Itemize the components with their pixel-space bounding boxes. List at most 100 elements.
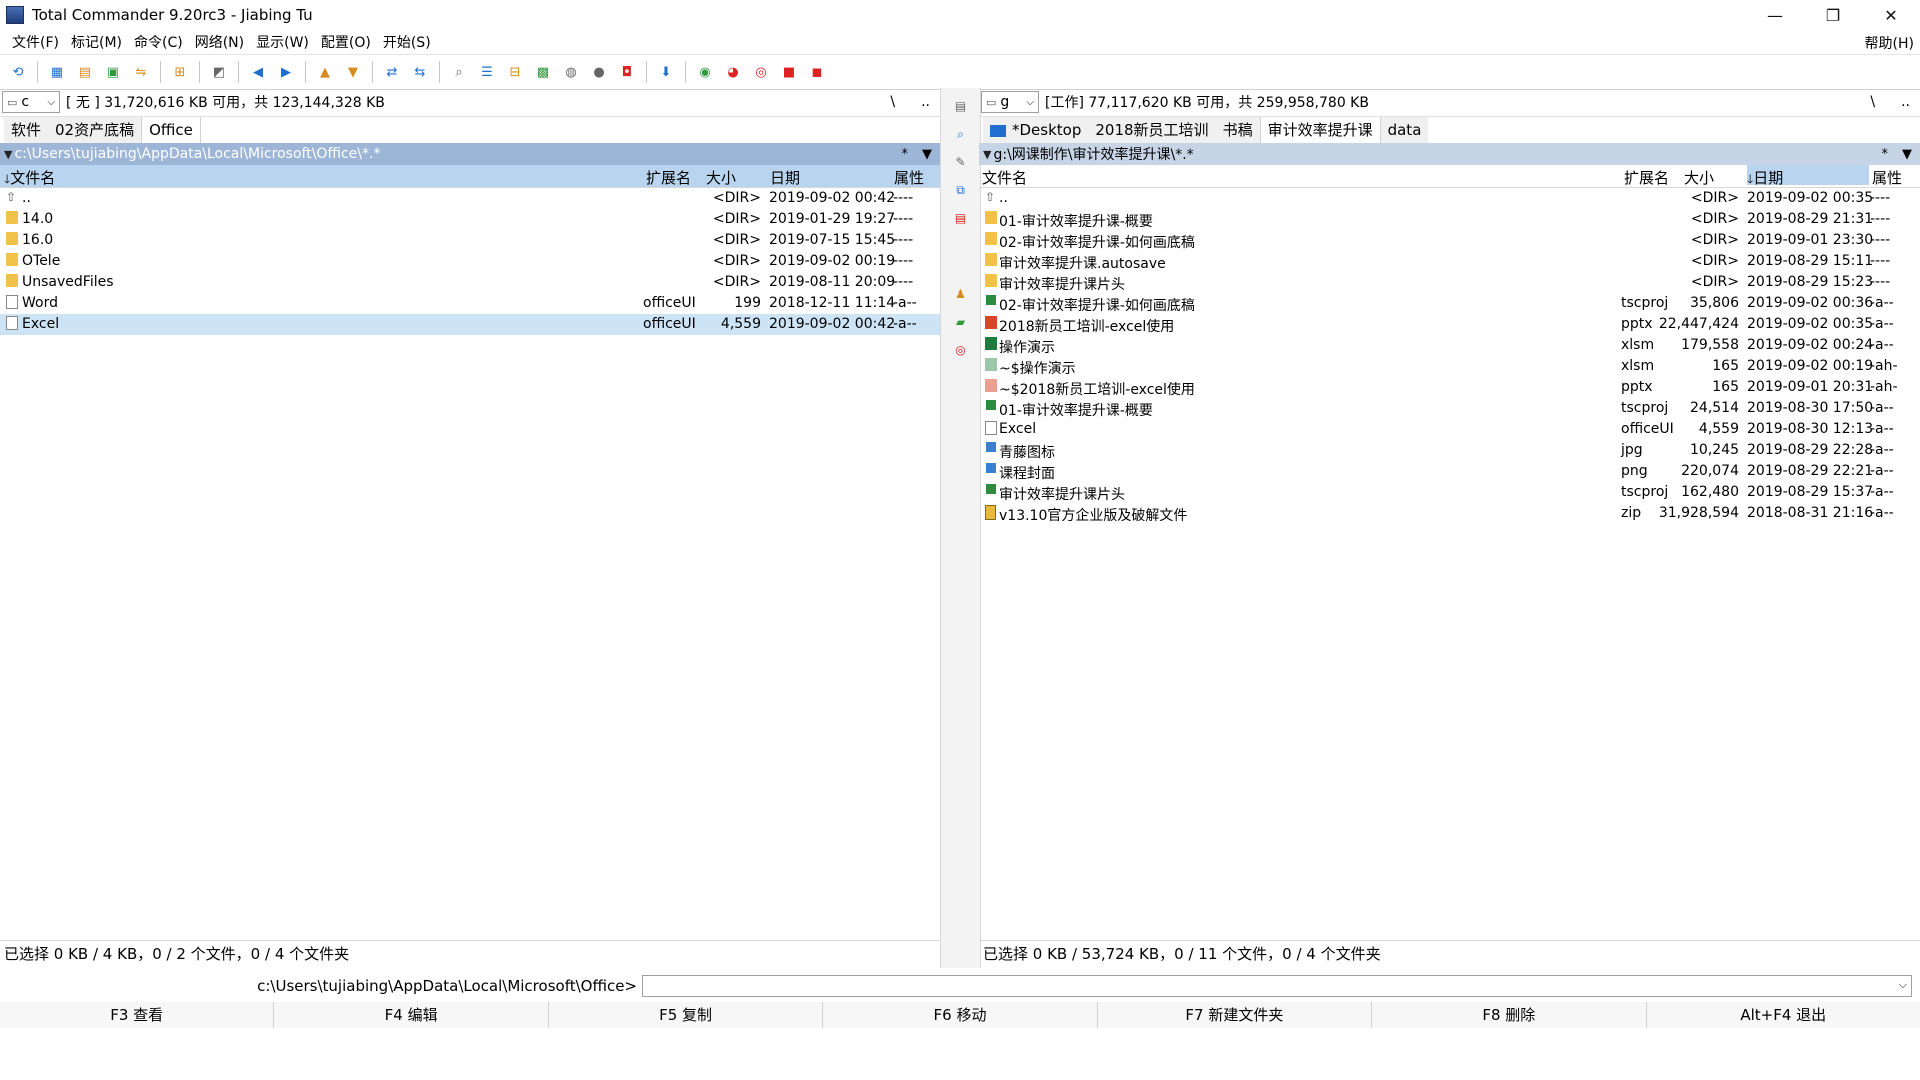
bulb-icon[interactable]: ◍ [560,61,582,83]
sync-dirs-icon[interactable]: ⇋ [130,61,152,83]
file-row[interactable]: 操作演示 xlsm 179,558 2019-09-02 00:24 -a-- [979,335,1920,356]
tab-manuscript[interactable]: 书稿 [1215,117,1260,143]
menu-help[interactable]: 帮助(H) [1865,33,1914,53]
move-file-icon[interactable]: ▤ [951,208,971,228]
f3-view-button[interactable]: F3 查看 [0,1002,275,1028]
file-row[interactable]: 2018新员工培训-excel使用 pptx 22,447,424 2019-09-0… [979,314,1920,335]
file-row[interactable]: 02-审计效率提升课-如何画底稿 <DIR> 2019-09-01 23:30 ---… [979,230,1920,251]
f6-move-button[interactable]: F6 移动 [823,1002,1098,1028]
right-col-date[interactable]: 🡓日期 [1747,165,1869,187]
app-red-icon[interactable]: ■ [778,61,800,83]
tab-software[interactable]: 软件 [4,117,49,143]
left-root-button[interactable]: \ [890,94,895,110]
quick-search-icon[interactable]: ⌕ [951,124,971,144]
brief-view-icon[interactable]: ▦ [46,61,68,83]
left-col-ext[interactable]: 扩展名 [646,167,691,188]
file-row[interactable]: 01-审计效率提升课-概要 <DIR> 2019-08-29 21:31 ---- [979,209,1920,230]
tab-desktop[interactable]: *Desktop [983,117,1089,143]
chrome-icon[interactable]: ◎ [750,61,772,83]
left-up-button[interactable]: .. [921,94,930,110]
download-icon[interactable]: ⬇ [655,61,677,83]
right-path-bar[interactable]: ▼ g:\网课制作\审计效率提升课\*.* * ▼ [979,143,1920,165]
file-row[interactable]: ⇧.. <DIR> 2019-09-02 00:35 ---- [979,188,1920,209]
file-row[interactable]: 审计效率提升课.autosave <DIR> 2019-08-29 15:11 ---… [979,251,1920,272]
file-row[interactable]: Excel officeUI 4,559 2019-08-30 12:13 -a-- [979,419,1920,440]
f4-edit-button[interactable]: F4 编辑 [274,1002,549,1028]
file-row[interactable]: UnsavedFiles <DIR> 2019-08-11 20:09 ---- [0,272,940,293]
left-path-bar[interactable]: ▼ c:\Users\tujiabing\AppData\Local\Micro… [0,143,940,165]
alt-f4-exit-button[interactable]: Alt+F4 退出 [1646,1002,1920,1028]
new-folder-icon[interactable]: ▰ [951,312,971,332]
right-history-button[interactable]: ▼ [1902,147,1912,162]
right-col-attr[interactable]: 属性 [1872,167,1902,188]
f8-delete-button[interactable]: F8 删除 [1372,1002,1647,1028]
file-row[interactable]: 02-审计效率提升课-如何画底稿 tscproj 35,806 2019-09-02 … [979,293,1920,314]
qq-icon[interactable]: ◕ [722,61,744,83]
file-row[interactable]: OTele <DIR> 2019-09-02 00:19 ---- [0,251,940,272]
file-row[interactable]: 01-审计效率提升课-概要 tscproj 24,514 2019-08-30 17:… [979,398,1920,419]
ftp-connect-icon[interactable]: ⇄ [381,61,403,83]
menu-start[interactable]: 开始(S) [377,32,437,52]
chevron-down-icon[interactable]: ⌵ [1899,978,1907,992]
multi-rename-icon[interactable]: ☰ [476,61,498,83]
tab-audit-efficiency[interactable]: 审计效率提升课 [1259,116,1381,143]
menu-net[interactable]: 网络(N) [189,32,250,52]
close-button[interactable]: ✕ [1862,0,1920,30]
pack-icon[interactable]: ▲ [314,61,336,83]
right-col-name[interactable]: 文件名 [982,167,1027,188]
menu-show[interactable]: 显示(W) [250,32,315,52]
back-icon[interactable]: ◀ [247,61,269,83]
tab-data[interactable]: data [1380,117,1429,143]
invert-selection-icon[interactable]: ⊞ [169,61,191,83]
file-row[interactable]: v13.10官方企业版及破解文件 zip 31,928,594 2018-08-31 … [979,503,1920,524]
left-file-list[interactable]: ⇧.. <DIR> 2019-09-02 00:42 ---- 14.0 <DIR> 201… [0,188,940,793]
file-row[interactable]: Excel officeUI 4,559 2019-09-02 00:42 -a-- [0,314,940,335]
f5-copy-button[interactable]: F5 复制 [548,1002,824,1028]
run-icon[interactable]: ● [588,61,610,83]
browser-icon[interactable]: ◎ [951,340,971,360]
menu-mark[interactable]: 标记(M) [65,32,128,52]
left-col-date[interactable]: 日期 [770,167,800,188]
search-icon[interactable]: ⌕ [448,61,470,83]
copy-file-icon[interactable]: ⧉ [951,180,971,200]
tab-new-employee-training[interactable]: 2018新员工培训 [1088,117,1216,143]
right-drive-select[interactable]: ▭ g ⌵ [981,91,1039,113]
left-history-button[interactable]: ▼ [922,147,932,162]
menu-commands[interactable]: 命令(C) [128,32,189,52]
tab-asset-workpaper[interactable]: 02资产底稿 [48,117,142,143]
left-col-size[interactable]: 大小 [706,167,736,188]
maximize-button[interactable]: ❐ [1804,0,1862,30]
forward-icon[interactable]: ▶ [275,61,297,83]
copy-names-icon[interactable]: ◩ [208,61,230,83]
notepad-icon[interactable]: ▩ [532,61,554,83]
pdf-icon[interactable]: ◘ [616,61,638,83]
file-row[interactable]: 16.0 <DIR> 2019-07-15 15:45 ---- [0,230,940,251]
tab-office[interactable]: Office [141,116,201,143]
app-pdf-icon[interactable]: ◼ [806,61,828,83]
f7-new-folder-button[interactable]: F7 新建文件夹 [1097,1002,1373,1028]
menu-file[interactable]: 文件(F) [6,32,65,52]
thumbnail-view-icon[interactable]: ▣ [102,61,124,83]
file-row[interactable]: ~$2018新员工培训-excel使用 pptx 165 2019-09-01 20:… [979,377,1920,398]
right-col-ext[interactable]: 扩展名 [1624,167,1669,188]
user-icon[interactable]: ♟ [951,284,971,304]
right-col-size[interactable]: 大小 [1684,167,1714,188]
command-line-input[interactable]: ⌵ [642,975,1912,997]
edit-file-icon[interactable]: ✎ [951,152,971,172]
menu-configuration[interactable]: 配置(O) [315,32,377,52]
tree-view-icon[interactable]: ▤ [74,61,96,83]
view-file-icon[interactable]: ▤ [951,96,971,116]
left-panel[interactable]: ▭ c ⌵ [ 无 ] 31,720,616 KB 可用，共 123,144,3… [0,88,944,968]
url-ftp-icon[interactable]: ⇆ [409,61,431,83]
file-row[interactable]: 审计效率提升课片头 <DIR> 2019-08-29 15:23 ---- [979,272,1920,293]
minimize-button[interactable]: — [1746,0,1804,30]
refresh-icon[interactable]: ⟲ [7,61,29,83]
file-row[interactable]: ⇧.. <DIR> 2019-09-02 00:42 ---- [0,188,940,209]
unpack-icon[interactable]: ▼ [342,61,364,83]
left-col-attr[interactable]: 属性 [894,167,924,188]
file-row[interactable]: Word officeUI 199 2018-12-11 11:14 -a-- [0,293,940,314]
right-file-list[interactable]: ⇧.. <DIR> 2019-09-02 00:35 ---- 01-审计效率提升课-概… [979,188,1920,793]
right-up-button[interactable]: .. [1901,94,1910,110]
file-row[interactable]: 审计效率提升课片头 tscproj 162,480 2019-08-29 15:37-… [979,482,1920,503]
left-filter-button[interactable]: * [902,147,909,162]
